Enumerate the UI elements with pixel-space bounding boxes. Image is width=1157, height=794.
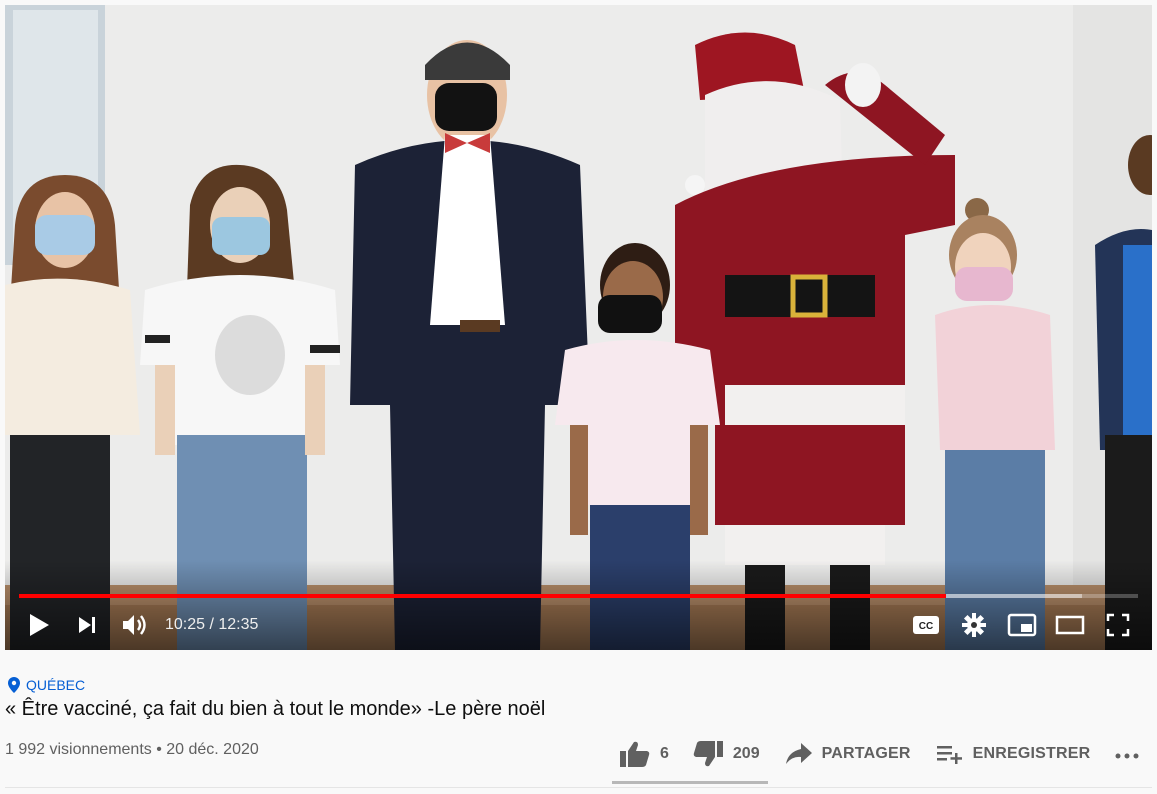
theater-icon	[1055, 615, 1085, 635]
location-pin-icon	[8, 677, 20, 693]
location-label: QUÉBEC	[26, 677, 86, 693]
dislike-button[interactable]: 209	[685, 734, 768, 774]
next-icon	[79, 617, 95, 633]
location-link[interactable]: QUÉBEC	[8, 677, 85, 693]
video-frame	[5, 5, 1152, 650]
captions-icon: CC	[913, 616, 939, 634]
next-button[interactable]	[63, 605, 111, 645]
miniplayer-icon	[1007, 613, 1037, 637]
thumbs-down-icon	[693, 741, 723, 767]
fullscreen-icon	[1106, 613, 1130, 637]
progress-played	[19, 594, 946, 598]
save-button[interactable]: ENREGISTRER	[929, 734, 1099, 774]
video-meta: 1 992 visionnements • 20 déc. 2020	[5, 741, 259, 758]
progress-bar[interactable]	[19, 594, 1138, 598]
settings-button[interactable]	[950, 605, 998, 645]
video-player[interactable]: 10:25 / 12:35 CC	[5, 5, 1152, 650]
section-divider	[5, 787, 1152, 788]
volume-icon	[123, 615, 146, 635]
share-label: PARTAGER	[821, 745, 911, 762]
time-display: 10:25 / 12:35	[165, 616, 259, 633]
player-controls: 10:25 / 12:35 CC	[5, 605, 1152, 645]
theater-button[interactable]	[1046, 605, 1094, 645]
more-horizontal-icon	[1115, 753, 1139, 759]
dislike-count: 209	[732, 745, 760, 762]
share-icon	[785, 743, 812, 764]
video-title: « Être vacciné, ça fait du bien à tout l…	[5, 698, 546, 720]
sentiment-bar	[612, 781, 768, 784]
play-button[interactable]	[15, 605, 63, 645]
like-count: 6	[660, 745, 669, 762]
svg-text:CC: CC	[919, 621, 933, 632]
like-button[interactable]: 6	[612, 734, 677, 774]
miniplayer-button[interactable]	[998, 605, 1046, 645]
play-icon	[30, 614, 49, 636]
more-actions-button[interactable]	[1112, 741, 1142, 771]
captions-button[interactable]: CC	[902, 605, 950, 645]
thumbs-up-icon	[620, 741, 650, 767]
fullscreen-button[interactable]	[1094, 605, 1142, 645]
gear-icon	[962, 613, 986, 637]
playlist-add-icon	[936, 746, 962, 764]
share-button[interactable]: PARTAGER	[778, 734, 919, 774]
volume-button[interactable]	[111, 605, 159, 645]
action-bar: 6 209 PARTAGER ENREGISTRER	[612, 734, 1098, 774]
save-label: ENREGISTRER	[972, 745, 1091, 762]
